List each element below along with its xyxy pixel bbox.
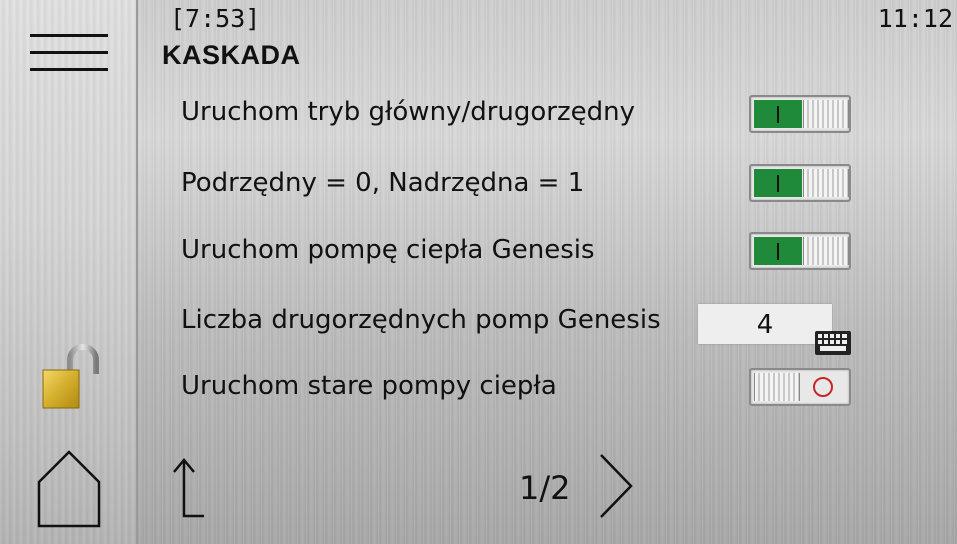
back-arrow-icon[interactable] [170, 458, 206, 520]
toggle-grip [803, 169, 849, 197]
toggle-on-indicator [754, 237, 802, 265]
keyboard-icon[interactable] [814, 330, 852, 356]
toggle-master-slave[interactable] [749, 95, 851, 133]
setting-label-slave-count: Liczba drugorzędnych pomp Genesis [181, 305, 661, 335]
page-title: KASKADA [162, 40, 301, 70]
clock: 11:12 [877, 4, 953, 33]
menu-icon[interactable] [30, 34, 108, 72]
toggle-off-indicator [813, 377, 833, 397]
chevron-right-icon[interactable] [598, 452, 634, 520]
elapsed-time: [7:53] [170, 4, 261, 33]
toggle-genesis-pump[interactable] [749, 232, 851, 270]
toggle-on-indicator [754, 169, 802, 197]
toggle-grip [754, 373, 800, 401]
home-icon[interactable] [36, 448, 102, 530]
unlocked-padlock-icon[interactable] [40, 342, 102, 412]
page-indicator: 1/2 [519, 469, 571, 507]
sidebar [0, 0, 138, 544]
toggle-slave-master-value[interactable] [749, 164, 851, 202]
toggle-on-indicator [754, 100, 802, 128]
slave-count-input[interactable]: 4 [698, 304, 832, 344]
toggle-old-pumps[interactable] [749, 368, 851, 406]
setting-label-old-pumps: Uruchom stare pompy ciepła [181, 371, 557, 401]
toggle-grip [803, 100, 849, 128]
setting-label-genesis-pump: Uruchom pompę ciepła Genesis [181, 235, 595, 265]
setting-label-slave-master-value: Podrzędny = 0, Nadrzędna = 1 [181, 168, 585, 198]
toggle-grip [803, 237, 849, 265]
setting-label-master-slave: Uruchom tryb główny/drugorzędny [181, 97, 635, 127]
